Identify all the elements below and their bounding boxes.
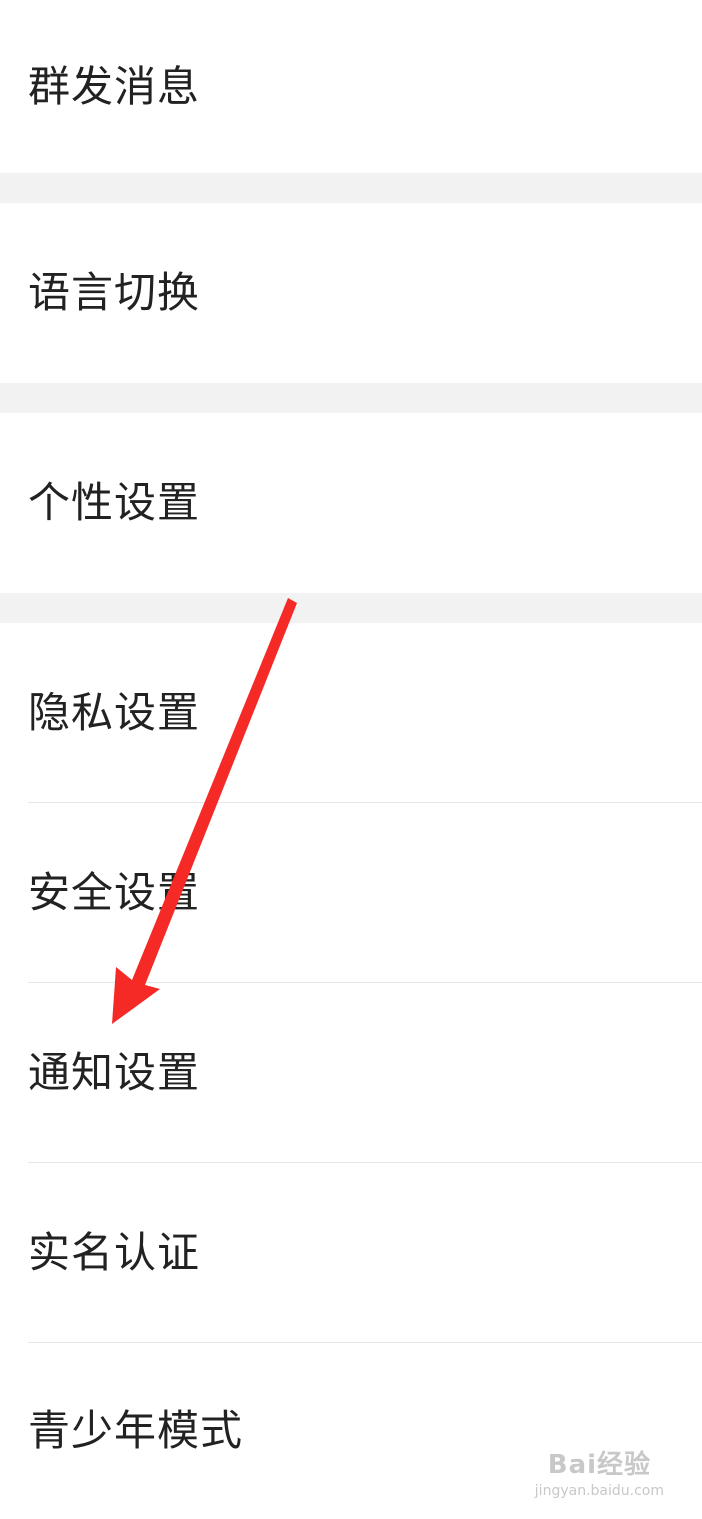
settings-list: 群发消息 语言切换 个性设置 隐私设置 安全设置 通知设置 实名认证 青少年模式 <box>0 0 702 1519</box>
group-separator <box>0 173 702 203</box>
settings-item-real-name-verification[interactable]: 实名认证 <box>0 1163 702 1343</box>
settings-item-language-switch[interactable]: 语言切换 <box>0 203 702 383</box>
group-separator <box>0 383 702 413</box>
settings-item-label: 安全设置 <box>28 868 201 917</box>
settings-item-mass-message[interactable]: 群发消息 <box>0 0 702 173</box>
settings-item-label: 实名认证 <box>28 1228 201 1277</box>
settings-item-label: 隐私设置 <box>28 688 201 737</box>
settings-item-personalization[interactable]: 个性设置 <box>0 413 702 593</box>
settings-item-label: 青少年模式 <box>28 1406 244 1455</box>
settings-item-label: 语言切换 <box>28 268 201 317</box>
settings-item-security[interactable]: 安全设置 <box>0 803 702 983</box>
group-separator <box>0 593 702 623</box>
settings-item-label: 个性设置 <box>28 478 201 527</box>
watermark-brand: Bai经验 <box>547 1450 652 1480</box>
baidu-jingyan-watermark: Bai经验 jingyan.baidu.com <box>535 1444 664 1499</box>
settings-item-privacy[interactable]: 隐私设置 <box>0 623 702 803</box>
settings-item-label: 群发消息 <box>28 61 201 111</box>
settings-item-notifications[interactable]: 通知设置 <box>0 983 702 1163</box>
watermark-site: jingyan.baidu.com <box>534 1483 664 1499</box>
settings-item-label: 通知设置 <box>28 1048 201 1097</box>
